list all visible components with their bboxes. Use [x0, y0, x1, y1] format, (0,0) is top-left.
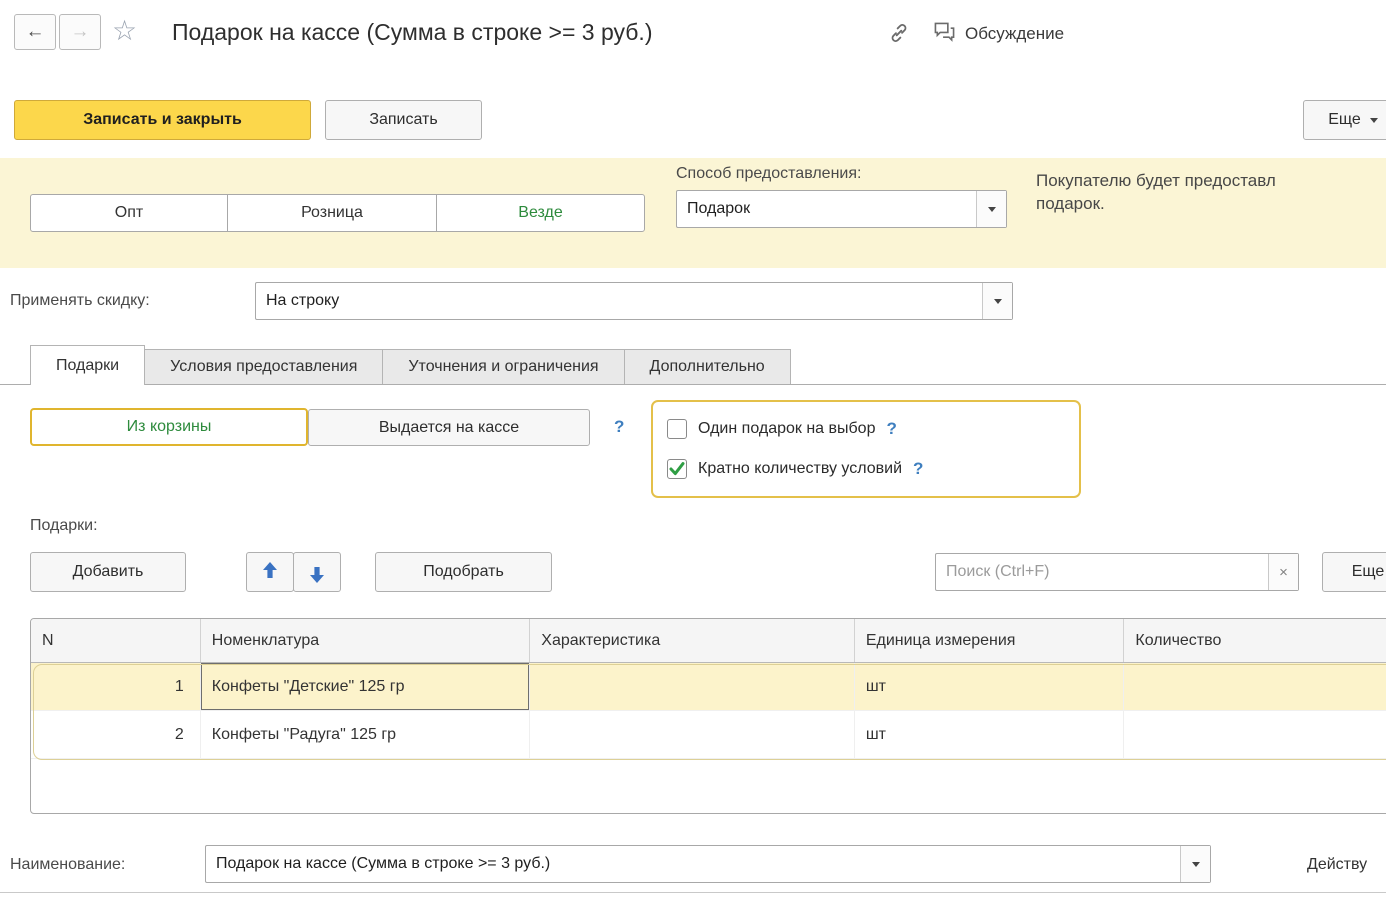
apply-discount-dropdown-button[interactable] [982, 283, 1012, 319]
footer-right-text: Действу [1307, 856, 1367, 874]
scope-panel: Опт Розница Везде Способ предоставления:… [0, 158, 1386, 268]
gift-source-from-cart[interactable]: Из корзины [30, 408, 308, 446]
cell-unit[interactable]: шт [855, 711, 1125, 758]
gifts-section-label: Подарки: [30, 517, 98, 535]
arrow-down-icon [309, 561, 325, 584]
gift-source-at-checkout[interactable]: Выдается на кассе [308, 409, 590, 446]
column-header-unit[interactable]: Единица измерения [855, 619, 1125, 662]
one-gift-checkbox[interactable] [667, 419, 687, 439]
move-up-button[interactable] [246, 552, 294, 592]
search-field: × [935, 553, 1299, 591]
gifts-table: N Номенклатура Характеристика Единица из… [30, 618, 1386, 814]
more-button-top-label: Еще [1328, 111, 1361, 129]
method-select-value: Подарок [677, 191, 976, 227]
discussion-button[interactable]: Обсуждение [933, 21, 1064, 47]
tab-usloviya[interactable]: Условия предоставления [144, 349, 383, 384]
scope-segmented-control: Опт Розница Везде [30, 194, 645, 232]
apply-discount-select[interactable]: На строку [255, 282, 1013, 320]
name-label: Наименование: [10, 856, 125, 874]
cell-unit[interactable]: шт [855, 663, 1125, 710]
save-button[interactable]: Записать [325, 100, 482, 140]
table-row[interactable]: 2 Конфеты "Радуга" 125 гр шт 1 [31, 711, 1386, 759]
name-field[interactable]: Подарок на кассе (Сумма в строке >= 3 ру… [205, 845, 1211, 883]
scope-hint: Покупателю будет предоставл подарок. [1036, 169, 1386, 215]
add-button[interactable]: Добавить [30, 552, 186, 592]
gift-option-row: Один подарок на выбор ? [667, 412, 1065, 446]
search-input[interactable] [936, 554, 1268, 590]
favorite-star-icon[interactable]: ☆ [112, 14, 137, 47]
arrow-up-icon [262, 561, 278, 584]
tab-utochneniya[interactable]: Уточнения и ограничения [382, 349, 624, 384]
cell-nomenclature[interactable]: Конфеты "Детские" 125 гр [201, 663, 531, 710]
scope-option-roznitsa[interactable]: Розница [227, 194, 437, 232]
gift-source-help-icon[interactable]: ? [614, 417, 624, 437]
chevron-down-icon [994, 299, 1002, 304]
multiple-conditions-checkbox[interactable] [667, 459, 687, 479]
scope-option-vezde[interactable]: Везде [436, 194, 645, 232]
discussion-label: Обсуждение [965, 24, 1064, 44]
one-gift-help-icon[interactable]: ? [886, 419, 896, 439]
column-header-quantity[interactable]: Количество [1124, 619, 1386, 662]
page-title: Подарок на кассе (Сумма в строке >= 3 ру… [172, 19, 652, 46]
forward-button[interactable]: → [59, 14, 101, 50]
tab-bar: Подарки Условия предоставления Уточнения… [0, 345, 1386, 385]
bottom-divider [0, 892, 1386, 893]
search-clear-icon[interactable]: × [1268, 554, 1298, 590]
scope-hint-line1: Покупателю будет предоставл [1036, 169, 1386, 192]
discussion-icon [933, 21, 956, 47]
back-button[interactable]: ← [14, 14, 56, 50]
cell-n[interactable]: 1 [31, 663, 201, 710]
apply-discount-label: Применять скидку: [10, 292, 150, 310]
tab-podarki[interactable]: Подарки [30, 345, 145, 385]
more-button-gifts[interactable]: Еще [1322, 552, 1386, 592]
multiple-conditions-label: Кратно количеству условий [698, 460, 902, 478]
tab-dopolnitelno[interactable]: Дополнительно [624, 349, 791, 384]
cell-quantity[interactable]: 1 [1124, 711, 1386, 758]
column-header-n[interactable]: N [31, 619, 201, 662]
chevron-down-icon [1370, 118, 1378, 123]
gifts-table-header: N Номенклатура Характеристика Единица из… [31, 619, 1386, 663]
apply-discount-value: На строку [256, 283, 982, 319]
multiple-conditions-help-icon[interactable]: ? [913, 459, 923, 479]
scope-option-opt[interactable]: Опт [30, 194, 228, 232]
cell-characteristic[interactable] [530, 711, 855, 758]
name-field-dropdown-button[interactable] [1180, 846, 1210, 882]
cell-nomenclature[interactable]: Конфеты "Радуга" 125 гр [201, 711, 531, 758]
save-close-button[interactable]: Записать и закрыть [14, 100, 311, 140]
pick-button[interactable]: Подобрать [375, 552, 552, 592]
one-gift-label: Один подарок на выбор [698, 420, 875, 438]
cell-quantity[interactable]: 1 [1124, 663, 1386, 710]
method-select-dropdown-button[interactable] [976, 191, 1006, 227]
cell-characteristic[interactable] [530, 663, 855, 710]
table-row[interactable]: 1 Конфеты "Детские" 125 гр шт 1 [31, 663, 1386, 711]
method-select[interactable]: Подарок [676, 190, 1007, 228]
method-label: Способ предоставления: [676, 165, 861, 183]
column-header-nomenclature[interactable]: Номенклатура [201, 619, 531, 662]
column-header-characteristic[interactable]: Характеристика [530, 619, 855, 662]
chevron-down-icon [988, 207, 996, 212]
link-icon[interactable] [888, 22, 910, 49]
move-down-button[interactable] [293, 552, 341, 592]
scope-hint-line2: подарок. [1036, 192, 1386, 215]
gift-options-group: Один подарок на выбор ? Кратно количеств… [651, 400, 1081, 498]
more-button-top[interactable]: Еще [1303, 100, 1386, 140]
gift-option-row: Кратно количеству условий ? [667, 452, 1065, 486]
cell-n[interactable]: 2 [31, 711, 201, 758]
chevron-down-icon [1192, 862, 1200, 867]
name-field-value: Подарок на кассе (Сумма в строке >= 3 ру… [206, 846, 1180, 882]
